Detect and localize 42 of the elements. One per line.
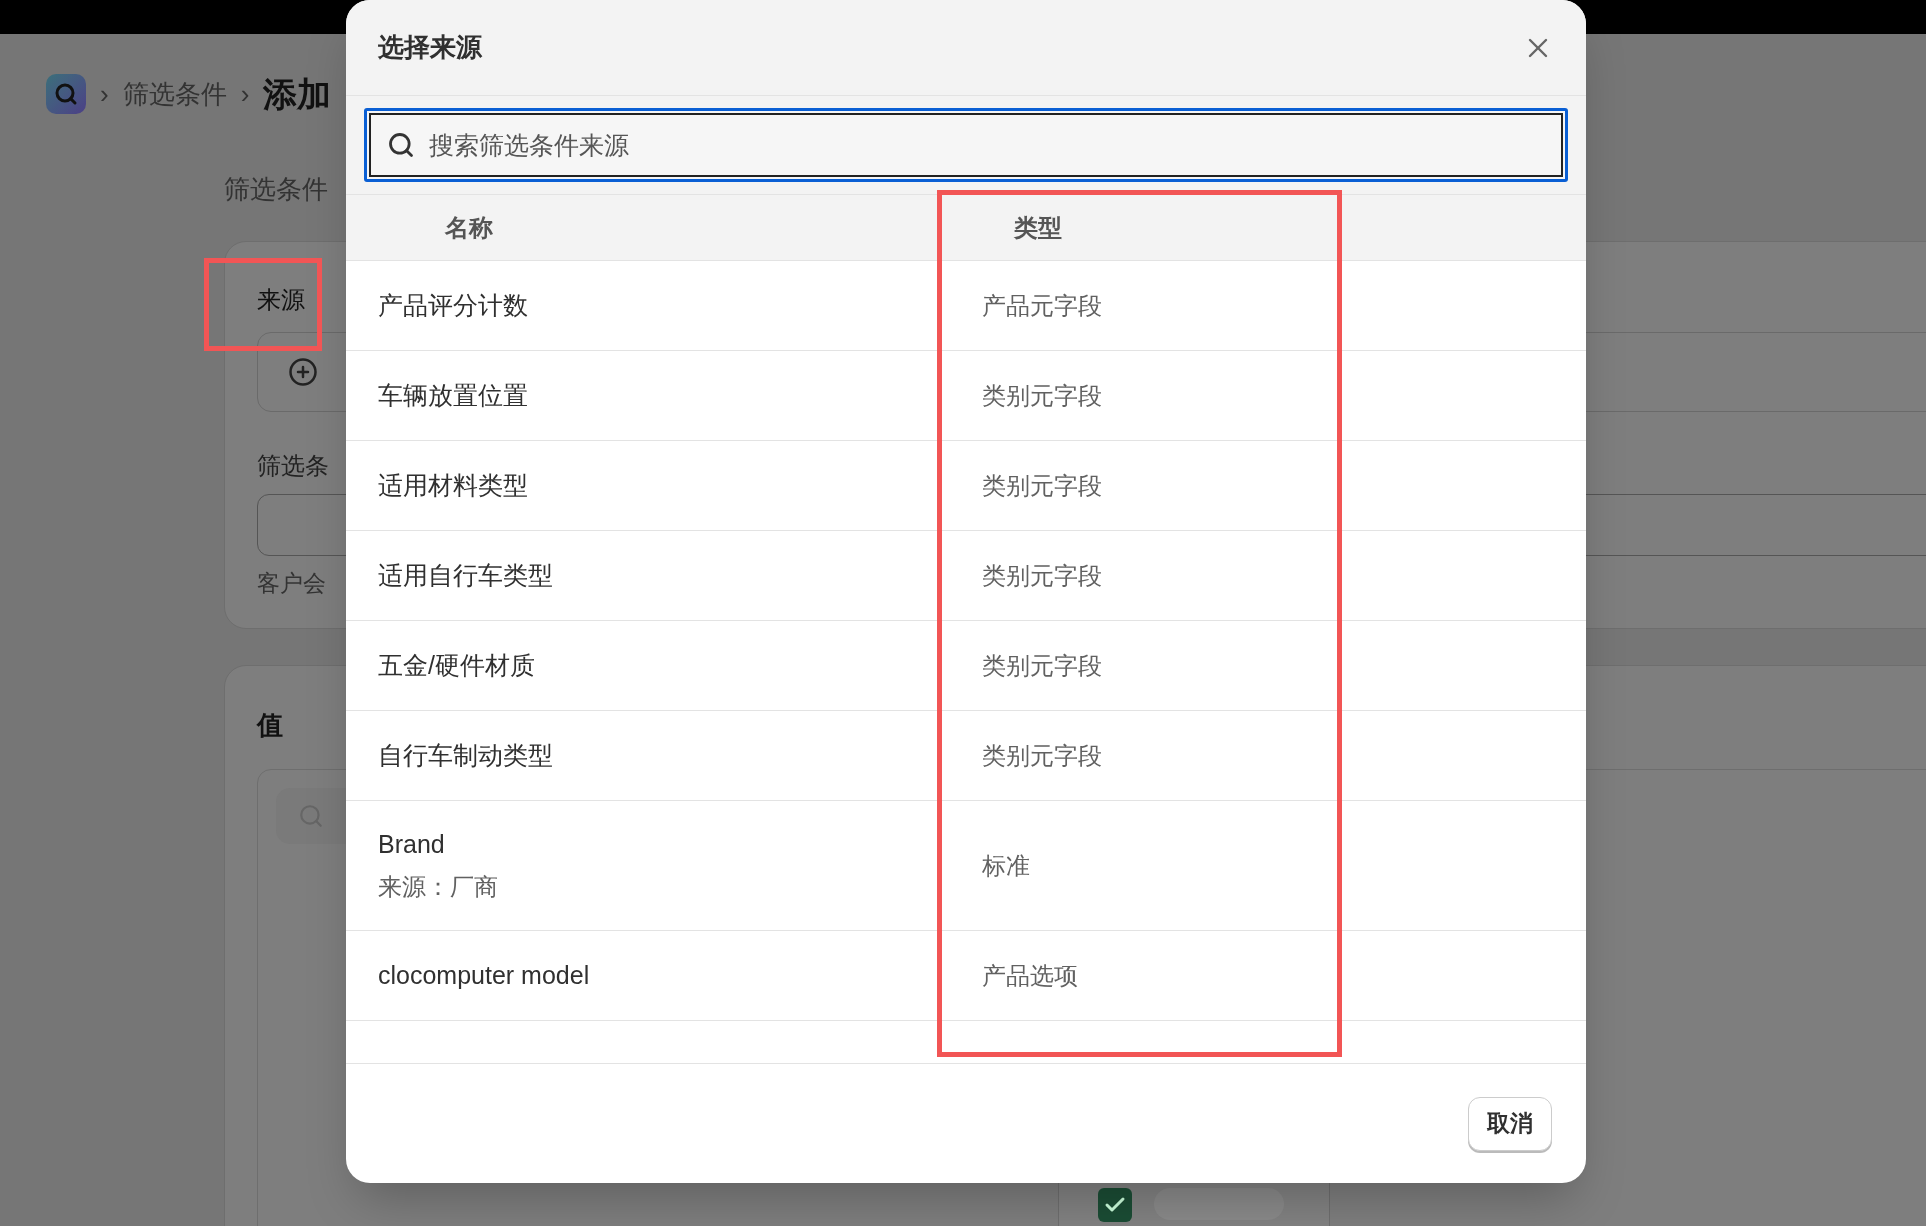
table-cell: 产品元字段 bbox=[982, 291, 1102, 319]
table-cell: 类别元字段 bbox=[982, 471, 1102, 499]
table-cell-text: 适用材料类型 bbox=[378, 469, 529, 501]
dialog-title: 选择来源 bbox=[378, 31, 482, 64]
source-row[interactable]: 五金/硬件材质 类别元字段 bbox=[346, 621, 1586, 711]
source-row[interactable]: clocomputer model 产品选项 bbox=[346, 931, 1586, 1021]
table-cell: 类别元字段 bbox=[982, 381, 1102, 409]
table-cell-text: Brand bbox=[378, 828, 446, 860]
source-row[interactable]: 适用自行车类型 类别元字段 bbox=[346, 531, 1586, 621]
page-title: 添加 bbox=[263, 73, 332, 115]
field-label: 来源 bbox=[257, 286, 305, 313]
plus-icon bbox=[288, 357, 318, 387]
source-row[interactable]: 产品评分计数 产品元字段 bbox=[346, 261, 1586, 351]
table-cell-text: 车辆放置位置 bbox=[378, 379, 529, 411]
source-row[interactable]: 车辆放置位置 类别元字段 bbox=[346, 351, 1586, 441]
table-cell-text: 自行车制动类型 bbox=[378, 739, 554, 771]
source-subtitle: 来源：厂商 bbox=[378, 872, 499, 903]
search-icon bbox=[387, 131, 415, 159]
source-row[interactable]: Brand 来源：厂商 标准 bbox=[346, 801, 1586, 931]
table-cell-text: 产品评分计数 bbox=[378, 289, 529, 321]
section-title: 筛选条件 bbox=[224, 174, 328, 204]
source-row[interactable]: 适用材料类型 类别元字段 bbox=[346, 441, 1586, 531]
table-cell: 类别元字段 bbox=[982, 651, 1102, 679]
table-cell-text: clocomputer model bbox=[378, 959, 591, 991]
app-logo-icon bbox=[46, 74, 86, 114]
help-text: 客户会 bbox=[257, 570, 326, 596]
field-label: 筛选条 bbox=[257, 452, 329, 479]
table-cell-text: 适用自行车类型 bbox=[378, 559, 554, 591]
table-cell: 产品选项 bbox=[982, 961, 1078, 989]
checkbox[interactable] bbox=[1098, 1188, 1132, 1222]
table-cell: 标准 bbox=[982, 851, 1030, 879]
search-field[interactable]: 搜索筛选条件来源 bbox=[364, 108, 1568, 182]
column-header: 类型 bbox=[1014, 213, 1062, 241]
table-cell-text: 五金/硬件材质 bbox=[378, 649, 536, 681]
table-cell: 类别元字段 bbox=[982, 741, 1102, 769]
section-title: 值 bbox=[257, 710, 283, 740]
breadcrumb-separator: › bbox=[240, 77, 250, 111]
breadcrumb-separator: › bbox=[100, 77, 109, 111]
column-header: 名称 bbox=[445, 213, 493, 241]
cancel-button[interactable]: 取消 bbox=[1468, 1096, 1552, 1151]
source-row[interactable]: 自行车制动类型 类别元字段 bbox=[346, 711, 1586, 801]
table-cell: 类别元字段 bbox=[982, 561, 1102, 589]
